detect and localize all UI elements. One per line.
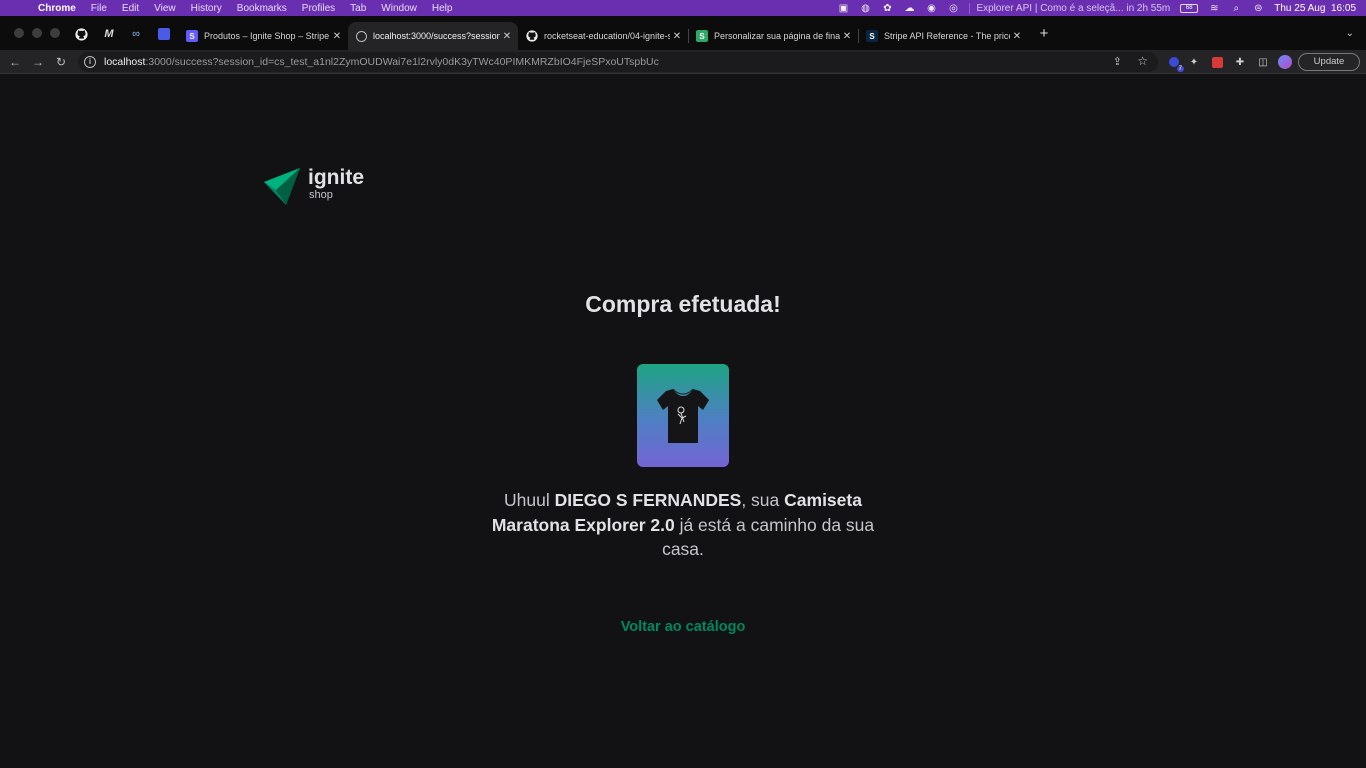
- product-image: [637, 364, 729, 467]
- extensions-puzzle-icon[interactable]: ✚: [1232, 54, 1248, 70]
- confirmation-message: Uhuul DIEGO S FERNANDES, sua Camiseta Ma…: [491, 490, 875, 559]
- close-tab-icon[interactable]: ✕: [330, 31, 344, 42]
- tab-title: localhost:3000/success?session_id=cs_tes…: [373, 31, 500, 41]
- side-panel-icon[interactable]: ◫: [1255, 54, 1271, 70]
- macos-menu-bar: Chrome File Edit View History Bookmarks …: [0, 0, 1366, 16]
- menu-profiles[interactable]: Profiles: [302, 3, 335, 14]
- status-sync-icon[interactable]: ◍: [859, 3, 871, 14]
- menu-file[interactable]: File: [91, 3, 107, 14]
- forward-arrow-icon[interactable]: →: [30, 54, 46, 70]
- shopify-icon: S: [696, 30, 708, 42]
- pinned-tab-medium[interactable]: M: [100, 25, 118, 43]
- menu-app-chrome[interactable]: Chrome: [38, 3, 76, 14]
- search-icon[interactable]: ⌕: [1230, 3, 1242, 14]
- close-tab-icon[interactable]: ✕: [500, 31, 514, 42]
- status-app-icon[interactable]: ▣: [837, 3, 849, 14]
- pinned-tab-github[interactable]: [72, 25, 90, 43]
- status-gear-icon[interactable]: ✿: [881, 3, 893, 14]
- menu-history[interactable]: History: [191, 3, 222, 14]
- back-to-catalog-link[interactable]: Voltar ao catálogo: [621, 619, 746, 635]
- close-window-button[interactable]: [14, 28, 24, 38]
- app-icon: [158, 28, 170, 40]
- address-bar[interactable]: i localhost:3000/success?session_id=cs_t…: [78, 52, 1158, 72]
- status-globe-icon[interactable]: ◎: [947, 3, 959, 14]
- github-icon: [526, 30, 538, 42]
- menu-help[interactable]: Help: [432, 3, 453, 14]
- medium-icon: M: [104, 28, 114, 40]
- update-button[interactable]: Update: [1298, 53, 1360, 71]
- back-arrow-icon[interactable]: ←: [7, 54, 23, 70]
- close-tab-icon[interactable]: ✕: [670, 31, 684, 42]
- stripe-icon: S: [186, 30, 198, 42]
- menu-bar-status-area: ▣ ◍ ✿ ☁ ◉ ◎ Explorer API | Como é a sele…: [837, 0, 1356, 16]
- tab-title: Personalizar sua página de finalização: [714, 31, 840, 41]
- tab-search-chevron-icon[interactable]: ⌄: [1346, 28, 1354, 39]
- reload-icon[interactable]: ↻: [53, 54, 69, 70]
- share-icon[interactable]: ⇪: [1113, 55, 1122, 68]
- profile-avatar[interactable]: [1277, 54, 1293, 70]
- browser-tab-strip: M ∞ S Produtos – Ignite Shop – Stripe ✕ …: [0, 16, 1366, 50]
- url-text[interactable]: localhost:3000/success?session_id=cs_tes…: [104, 56, 659, 68]
- logo-brand-text: ignite: [308, 166, 364, 189]
- bookmark-star-icon[interactable]: ☆: [1137, 54, 1148, 68]
- menu-edit[interactable]: Edit: [122, 3, 139, 14]
- github-icon: [74, 27, 88, 41]
- tshirt-icon: [657, 388, 709, 443]
- menu-bookmarks[interactable]: Bookmarks: [237, 3, 287, 14]
- logo-wordmark: ignite shop: [308, 167, 364, 202]
- battery-icon[interactable]: 68: [1180, 3, 1199, 13]
- close-tab-icon[interactable]: ✕: [1010, 31, 1024, 42]
- menu-window[interactable]: Window: [381, 3, 417, 14]
- status-cloud-icon[interactable]: ☁: [903, 3, 915, 14]
- control-center-icon[interactable]: ⊜: [1252, 3, 1264, 14]
- menu-view[interactable]: View: [154, 3, 176, 14]
- tab-title: Stripe API Reference - The price object: [884, 31, 1010, 41]
- browser-toolbar: ← → ↻ i localhost:3000/success?session_i…: [0, 50, 1366, 74]
- customer-name: DIEGO S FERNANDES: [554, 490, 742, 510]
- tab-title: Produtos – Ignite Shop – Stripe: [204, 31, 330, 41]
- tab-stripe-api[interactable]: S Stripe API Reference - The price objec…: [858, 22, 1028, 50]
- datetime-clock[interactable]: Thu 25 Aug 16:05: [1274, 3, 1356, 14]
- logo-sub-text: shop: [309, 189, 333, 201]
- page-title: Compra efetuada!: [585, 291, 781, 317]
- ignite-logo-icon: [264, 168, 300, 205]
- close-tab-icon[interactable]: ✕: [840, 31, 854, 42]
- extension-red-icon[interactable]: [1209, 54, 1225, 70]
- calendar-event-status[interactable]: Explorer API | Como é a seleçã... in 2h …: [969, 2, 1170, 14]
- tab-github-repo[interactable]: rocketseat-education/04-ignite-shop ✕: [518, 22, 688, 50]
- tab-stripe-products[interactable]: S Produtos – Ignite Shop – Stripe ✕: [178, 22, 348, 50]
- new-tab-button[interactable]: +: [1036, 26, 1052, 42]
- wifi-icon[interactable]: ≋: [1208, 3, 1220, 14]
- ignite-shop-logo[interactable]: ignite shop: [264, 167, 364, 206]
- globe-icon: [356, 30, 367, 42]
- stripe-icon: S: [866, 30, 878, 42]
- extension-paw-icon[interactable]: ✦: [1186, 54, 1202, 70]
- tab-title: rocketseat-education/04-ignite-shop: [544, 31, 670, 41]
- pinned-tab-meta[interactable]: ∞: [127, 25, 145, 43]
- pinned-tab-app[interactable]: [155, 25, 173, 43]
- minimize-window-button[interactable]: [32, 28, 42, 38]
- status-vpn-icon[interactable]: ◉: [925, 3, 937, 14]
- menu-tab[interactable]: Tab: [350, 3, 366, 14]
- tab-shopify-checkout[interactable]: S Personalizar sua página de finalização…: [688, 22, 858, 50]
- zoom-window-button[interactable]: [50, 28, 60, 38]
- page-content: ignite shop Compra efetuada! Uhuul DIEGO…: [0, 74, 1366, 768]
- back-link-container: Voltar ao catálogo: [0, 618, 1366, 636]
- meta-icon: ∞: [132, 28, 140, 40]
- window-controls: [14, 28, 60, 38]
- extension-badge: 7: [1176, 66, 1184, 72]
- extension-icon[interactable]: 7: [1166, 54, 1184, 72]
- tab-localhost-success[interactable]: localhost:3000/success?session_id=cs_tes…: [348, 22, 518, 50]
- site-info-icon[interactable]: i: [84, 56, 96, 68]
